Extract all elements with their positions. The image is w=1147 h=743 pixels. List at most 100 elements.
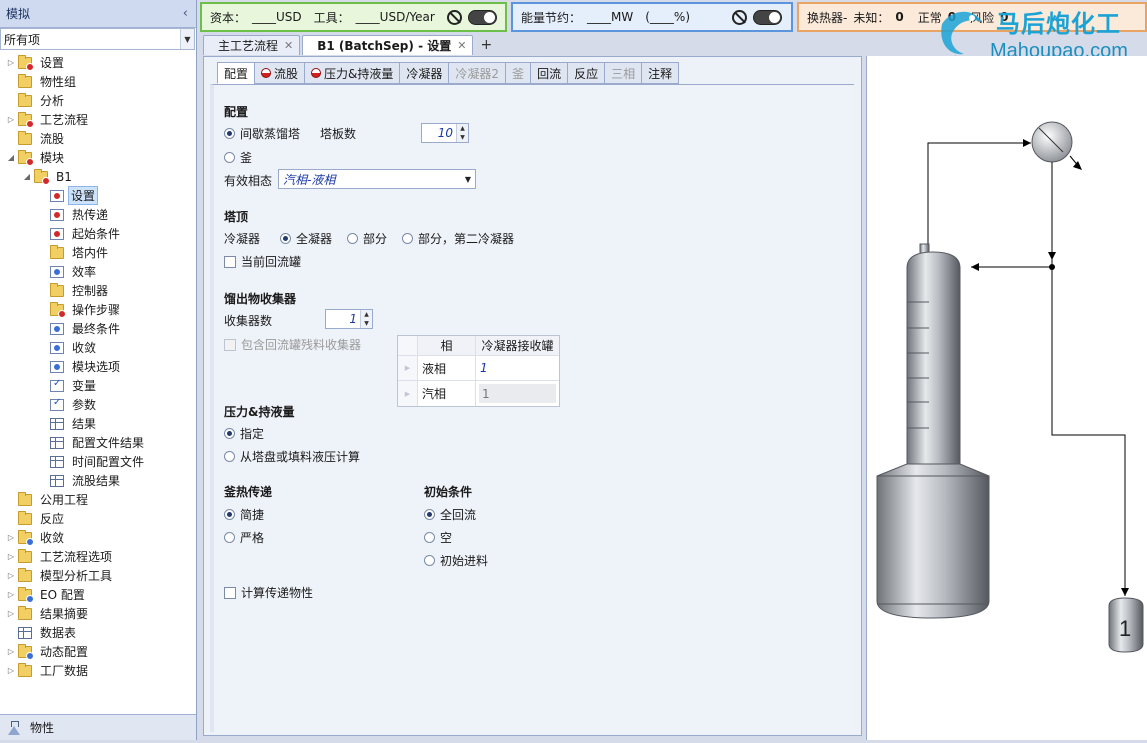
tree-item[interactable]: 物性组 [0, 72, 195, 91]
expand-arrow-icon[interactable]: ▷ [6, 647, 16, 656]
close-icon[interactable]: ✕ [457, 39, 466, 52]
navigation-filter-dropdown[interactable]: 所有项 ▼ [0, 28, 195, 50]
option-total-reflux[interactable]: 全回流 [424, 506, 476, 523]
tree-item[interactable]: ◢ 模块 [0, 148, 195, 167]
tree-item[interactable]: 效率 [0, 262, 195, 281]
option-batch-column[interactable]: 间歇蒸馏塔 [224, 125, 300, 142]
radio-simple[interactable] [224, 509, 235, 520]
tree-item[interactable]: 操作步骤 [0, 300, 195, 319]
tree-item[interactable]: ▷ EO 配置 [0, 585, 195, 604]
cost-panel[interactable]: 资本： ____USD 工具： ____USD/Year [200, 2, 507, 32]
option-initial-charge[interactable]: 初始进料 [424, 552, 488, 569]
expand-arrow-icon[interactable]: ▷ [6, 533, 16, 542]
tree-item[interactable]: ◢ B1 [0, 167, 195, 186]
radio-partial-second[interactable] [402, 233, 413, 244]
expand-arrow-icon[interactable]: ▷ [6, 58, 16, 67]
tree-item[interactable]: 流股 [0, 129, 195, 148]
form-tab[interactable]: 注释 [641, 62, 680, 84]
tree-item[interactable]: 收敛 [0, 338, 195, 357]
cost-toggle[interactable] [467, 9, 497, 25]
close-icon[interactable]: ✕ [284, 39, 293, 52]
properties-nav-button[interactable]: 物性 [0, 714, 196, 740]
valid-phases-select[interactable]: 汽相-液相 ▼ [278, 169, 476, 189]
tree-item[interactable]: 塔内件 [0, 243, 195, 262]
tree-item[interactable]: 起始条件 [0, 224, 195, 243]
option-calc-from-trays[interactable]: 从塔盘或填料液压计算 [224, 448, 360, 465]
tree-item[interactable]: 最终条件 [0, 319, 195, 338]
expand-arrow-icon[interactable]: ▷ [6, 571, 16, 580]
option-specify[interactable]: 指定 [224, 425, 264, 442]
expand-arrow-icon[interactable]: ▷ [6, 609, 16, 618]
radio-partial[interactable] [347, 233, 358, 244]
radio-empty[interactable] [424, 532, 435, 543]
tree-item[interactable]: ▷ 设置 [0, 53, 195, 72]
tree-item[interactable]: ▷ 工艺流程选项 [0, 547, 195, 566]
option-pot[interactable]: 釜 [224, 149, 252, 166]
receiver-count-stepper[interactable]: 1 ▲ ▼ [325, 309, 373, 329]
stepper-arrows-icon[interactable]: ▲ ▼ [456, 124, 468, 142]
table-row[interactable]: ▶ 汽相 1 [398, 381, 559, 406]
tree-item[interactable]: 设置 [0, 186, 195, 205]
tree-item[interactable]: ▷ 工厂数据 [0, 661, 195, 680]
tree-item[interactable]: 公用工程 [0, 490, 195, 509]
table-row[interactable]: ▶ 液相 1 [398, 356, 559, 381]
reflux-drum-checkbox-row[interactable]: 当前回流罐 [224, 253, 301, 270]
option-partial-second[interactable]: 部分，第二冷凝器 [402, 230, 514, 247]
expand-arrow-icon[interactable]: ▷ [6, 115, 16, 124]
tree-item[interactable]: 分析 [0, 91, 195, 110]
reflux-drum-checkbox[interactable] [224, 255, 236, 268]
tree-item[interactable]: 变量 [0, 376, 195, 395]
radio-calc-from-trays[interactable] [224, 451, 235, 462]
tree-item[interactable]: ▷ 结果摘要 [0, 604, 195, 623]
radio-total-reflux[interactable] [424, 509, 435, 520]
tree-item[interactable]: ▷ 工艺流程 [0, 110, 195, 129]
tree-item[interactable]: 数据表 [0, 623, 195, 642]
tree-item[interactable]: 配置文件结果 [0, 433, 195, 452]
expand-arrow-icon[interactable]: ▷ [6, 552, 16, 561]
stages-stepper[interactable]: 10 ▲ ▼ [421, 123, 469, 143]
tree-item[interactable]: 控制器 [0, 281, 195, 300]
radio-total-condenser[interactable] [280, 233, 291, 244]
form-tab[interactable]: 压力&持液量 [304, 62, 401, 84]
form-tab[interactable]: 流股 [254, 62, 306, 84]
expand-arrow-icon[interactable]: ▷ [6, 666, 16, 675]
grid-receiver-cell[interactable]: 1 [476, 356, 559, 380]
calc-transport-checkbox[interactable] [224, 586, 236, 599]
tree-item[interactable]: 模块选项 [0, 357, 195, 376]
tree-item[interactable]: 反应 [0, 509, 195, 528]
tree-item[interactable]: 结果 [0, 414, 195, 433]
form-tab[interactable]: 冷凝器 [399, 62, 450, 84]
radio-specify[interactable] [224, 428, 235, 439]
option-total-condenser[interactable]: 全凝器 [280, 230, 332, 247]
option-partial[interactable]: 部分 [347, 230, 387, 247]
calc-transport-row[interactable]: 计算传递物性 [224, 584, 313, 601]
tree-item[interactable]: ▷ 收敛 [0, 528, 195, 547]
tree-item[interactable]: ▷ 动态配置 [0, 642, 195, 661]
form-tab[interactable]: 回流 [530, 62, 569, 84]
chevron-down-icon[interactable]: ▼ [180, 29, 194, 49]
chevron-down-icon[interactable]: ▼ [461, 175, 475, 184]
add-tab-button[interactable]: + [475, 35, 497, 55]
form-tab[interactable]: 反应 [567, 62, 606, 84]
collapse-pane-icon[interactable]: ‹ [183, 6, 188, 21]
stepper-arrows-icon[interactable]: ▲ ▼ [360, 310, 372, 328]
radio-pot[interactable] [224, 152, 235, 163]
radio-rigorous[interactable] [224, 532, 235, 543]
tree-item[interactable]: 参数 [0, 395, 195, 414]
option-simple[interactable]: 简捷 [224, 506, 264, 523]
tree-item[interactable]: 热传递 [0, 205, 195, 224]
energy-toggle[interactable] [753, 9, 782, 25]
tree-item[interactable]: 流股结果 [0, 471, 195, 490]
tab-b1-setup[interactable]: B1 (BatchSep) - 设置 ✕ [302, 35, 474, 55]
energy-panel[interactable]: 能量节约： ____MW (____%) [511, 2, 793, 32]
radio-batch-column[interactable] [224, 128, 235, 139]
radio-initial-charge[interactable] [424, 555, 435, 566]
option-empty[interactable]: 空 [424, 529, 452, 546]
expand-arrow-icon[interactable]: ◢ [6, 153, 16, 162]
expand-arrow-icon[interactable]: ◢ [22, 172, 32, 181]
form-tab[interactable]: 配置 [217, 62, 256, 84]
tree-item[interactable]: 时间配置文件 [0, 452, 195, 471]
heat-exchanger-panel[interactable]: 换热器- 未知： 0 正常 0 风险 0 [797, 2, 1147, 32]
expand-arrow-icon[interactable]: ▷ [6, 590, 16, 599]
tree-item[interactable]: ▷ 模型分析工具 [0, 566, 195, 585]
